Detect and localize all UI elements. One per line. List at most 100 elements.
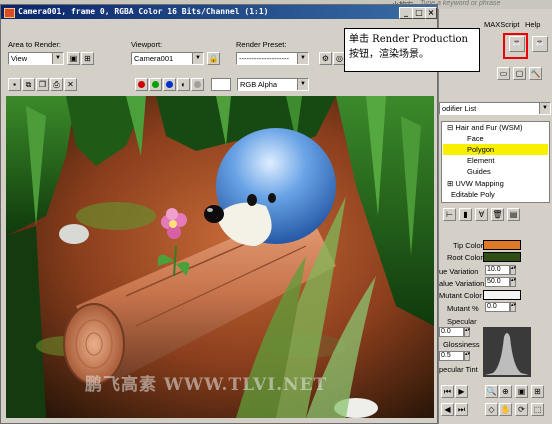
menu-maxscript[interactable]: MAXScript: [484, 20, 519, 29]
chevron-down-icon: ▼: [539, 103, 550, 114]
maximize-viewport-icon[interactable]: ⬚: [531, 403, 544, 416]
go-start-icon[interactable]: ⏮: [441, 385, 454, 398]
quick-render-icon[interactable]: ☕: [532, 36, 548, 52]
expand-icon: ⊟: [447, 123, 454, 132]
close-button[interactable]: ×: [425, 7, 437, 19]
stack-item-guides[interactable]: Guides: [443, 166, 548, 177]
callout-line-2: 按钮，渲染场景。: [349, 49, 429, 60]
edit-region-icon[interactable]: ▣: [67, 52, 80, 65]
remove-modifier-icon[interactable]: 🗑: [491, 208, 504, 221]
field-of-view-icon[interactable]: ◇: [485, 403, 498, 416]
monochrome-icon: [194, 81, 201, 88]
spinner-arrows-icon[interactable]: ▴▾: [510, 265, 516, 275]
hue-variation-input[interactable]: 10.0: [485, 265, 510, 275]
window-title: Camera001, frame 0, RGBA Color 16 Bits/C…: [18, 7, 269, 16]
monitor-icon[interactable]: ▢: [513, 67, 526, 80]
root-color-label: Root Color: [447, 253, 483, 262]
chevron-down-icon: ▼: [297, 53, 308, 64]
mutant-pct-input[interactable]: 0.0: [485, 302, 510, 312]
mutant-color-label: Mutant Color: [439, 291, 482, 300]
render-preset-dropdown[interactable]: -------------------- ▼: [236, 52, 309, 65]
pan-icon[interactable]: ✋: [499, 403, 512, 416]
green-channel-toggle[interactable]: [149, 78, 162, 91]
moss-patch: [76, 202, 156, 230]
stack-item-editable-poly[interactable]: Editable Poly: [443, 189, 548, 200]
tutorial-callout: 单击 Render Production 按钮，渲染场景。: [344, 28, 480, 72]
specular-label: Specular: [447, 317, 477, 326]
make-unique-icon[interactable]: ∀: [475, 208, 488, 221]
configure-sets-icon[interactable]: ▤: [507, 208, 520, 221]
maximize-button[interactable]: □: [412, 7, 426, 19]
hue-variation-label: ue Variation: [439, 267, 479, 276]
blue-channel-icon: [166, 81, 173, 88]
spinner-arrows-icon[interactable]: ▴▾: [464, 351, 470, 361]
green-channel-icon: [152, 81, 159, 88]
spinner-arrows-icon[interactable]: ▴▾: [464, 327, 470, 337]
mutant-color-swatch[interactable]: [483, 290, 521, 300]
specular-input[interactable]: 0.0: [439, 327, 464, 337]
clone-window-icon[interactable]: ❐: [36, 78, 49, 91]
color-swatch[interactable]: [211, 78, 231, 91]
render-setup-icon[interactable]: ⚙: [319, 52, 332, 65]
lock-viewport-icon[interactable]: 🔒: [207, 52, 220, 65]
specular-curve-graph: [483, 327, 531, 377]
stone: [59, 224, 89, 244]
orbit-icon[interactable]: ⟳: [515, 403, 528, 416]
specular-tint-label: pecular Tint: [439, 365, 478, 374]
watermark: 鹏飞高素 WWW.TLVI.NET: [85, 375, 328, 395]
alpha-channel-toggle[interactable]: ◐: [177, 78, 190, 91]
tip-color-label: Tip Color: [453, 241, 484, 250]
viewport-dropdown[interactable]: Camera001 ▼: [131, 52, 204, 65]
play-icon[interactable]: ▶: [455, 385, 468, 398]
zoom-extents-all-icon[interactable]: ⊞: [531, 385, 544, 398]
clear-icon[interactable]: ✕: [64, 78, 77, 91]
chevron-down-icon: ▼: [192, 53, 203, 64]
stack-item-polygon[interactable]: Polygon: [443, 144, 548, 155]
display-channel-dropdown[interactable]: RGB Alpha ▼: [237, 78, 309, 91]
spinner-arrows-icon[interactable]: ▴▾: [510, 302, 516, 312]
glossiness-input[interactable]: 0.5: [439, 351, 464, 361]
callout-line-1: 单击 Render Production: [349, 34, 468, 45]
modifier-list-dropdown[interactable]: odifier List ▼: [439, 102, 551, 115]
minimize-button[interactable]: _: [399, 7, 413, 19]
stack-item-hair-and-fur[interactable]: ⊟ Hair and Fur (WSM): [443, 122, 548, 133]
stack-item-uvw-mapping[interactable]: ⊞ UVW Mapping: [443, 178, 548, 189]
auto-region-icon[interactable]: ⊞: [81, 52, 94, 65]
print-image-icon[interactable]: ⎙: [50, 78, 63, 91]
zoom-extents-icon[interactable]: ▣: [515, 385, 528, 398]
prev-frame-icon[interactable]: ◀: [441, 403, 454, 416]
tip-color-swatch[interactable]: [483, 240, 521, 250]
value-variation-label: alue Variation: [439, 279, 485, 288]
render-preset-label: Render Preset:: [236, 40, 287, 49]
highlight-box: [503, 33, 528, 59]
viewport-label: Viewport:: [131, 40, 163, 49]
teapot-app-icon: [4, 8, 15, 18]
area-to-render-label: Area to Render:: [8, 40, 61, 49]
save-image-icon[interactable]: ▪: [8, 78, 21, 91]
expand-icon: ⊞: [447, 179, 454, 188]
window-titlebar[interactable]: Camera001, frame 0, RGBA Color 16 Bits/C…: [1, 5, 437, 19]
utilities-icon[interactable]: 🔨: [529, 67, 542, 80]
menu-help[interactable]: Help: [525, 20, 540, 29]
stack-item-element[interactable]: Element: [443, 155, 548, 166]
root-color-swatch[interactable]: [483, 252, 521, 262]
copy-image-icon[interactable]: ⧉: [22, 78, 35, 91]
red-channel-toggle[interactable]: [135, 78, 148, 91]
value-variation-input[interactable]: 50.0: [485, 277, 510, 287]
show-end-result-icon[interactable]: ▮: [459, 208, 472, 221]
blue-channel-toggle[interactable]: [163, 78, 176, 91]
display-panel-icon[interactable]: ▭: [497, 67, 510, 80]
monochrome-toggle[interactable]: [191, 78, 204, 91]
next-frame-icon[interactable]: ⏭: [455, 403, 468, 416]
stack-item-face[interactable]: Face: [443, 133, 548, 144]
zoom-all-icon[interactable]: ⊕: [499, 385, 512, 398]
red-channel-icon: [138, 81, 145, 88]
area-to-render-dropdown[interactable]: View ▼: [8, 52, 64, 65]
pin-stack-icon[interactable]: ⊢: [443, 208, 456, 221]
spinner-arrows-icon[interactable]: ▴▾: [510, 277, 516, 287]
mutant-pct-label: Mutant %: [447, 304, 479, 313]
zoom-icon[interactable]: 🔍: [485, 385, 498, 398]
glossiness-label: Glossiness: [443, 340, 480, 349]
chevron-down-icon: ▼: [52, 53, 63, 64]
chevron-down-icon: ▼: [297, 79, 308, 90]
